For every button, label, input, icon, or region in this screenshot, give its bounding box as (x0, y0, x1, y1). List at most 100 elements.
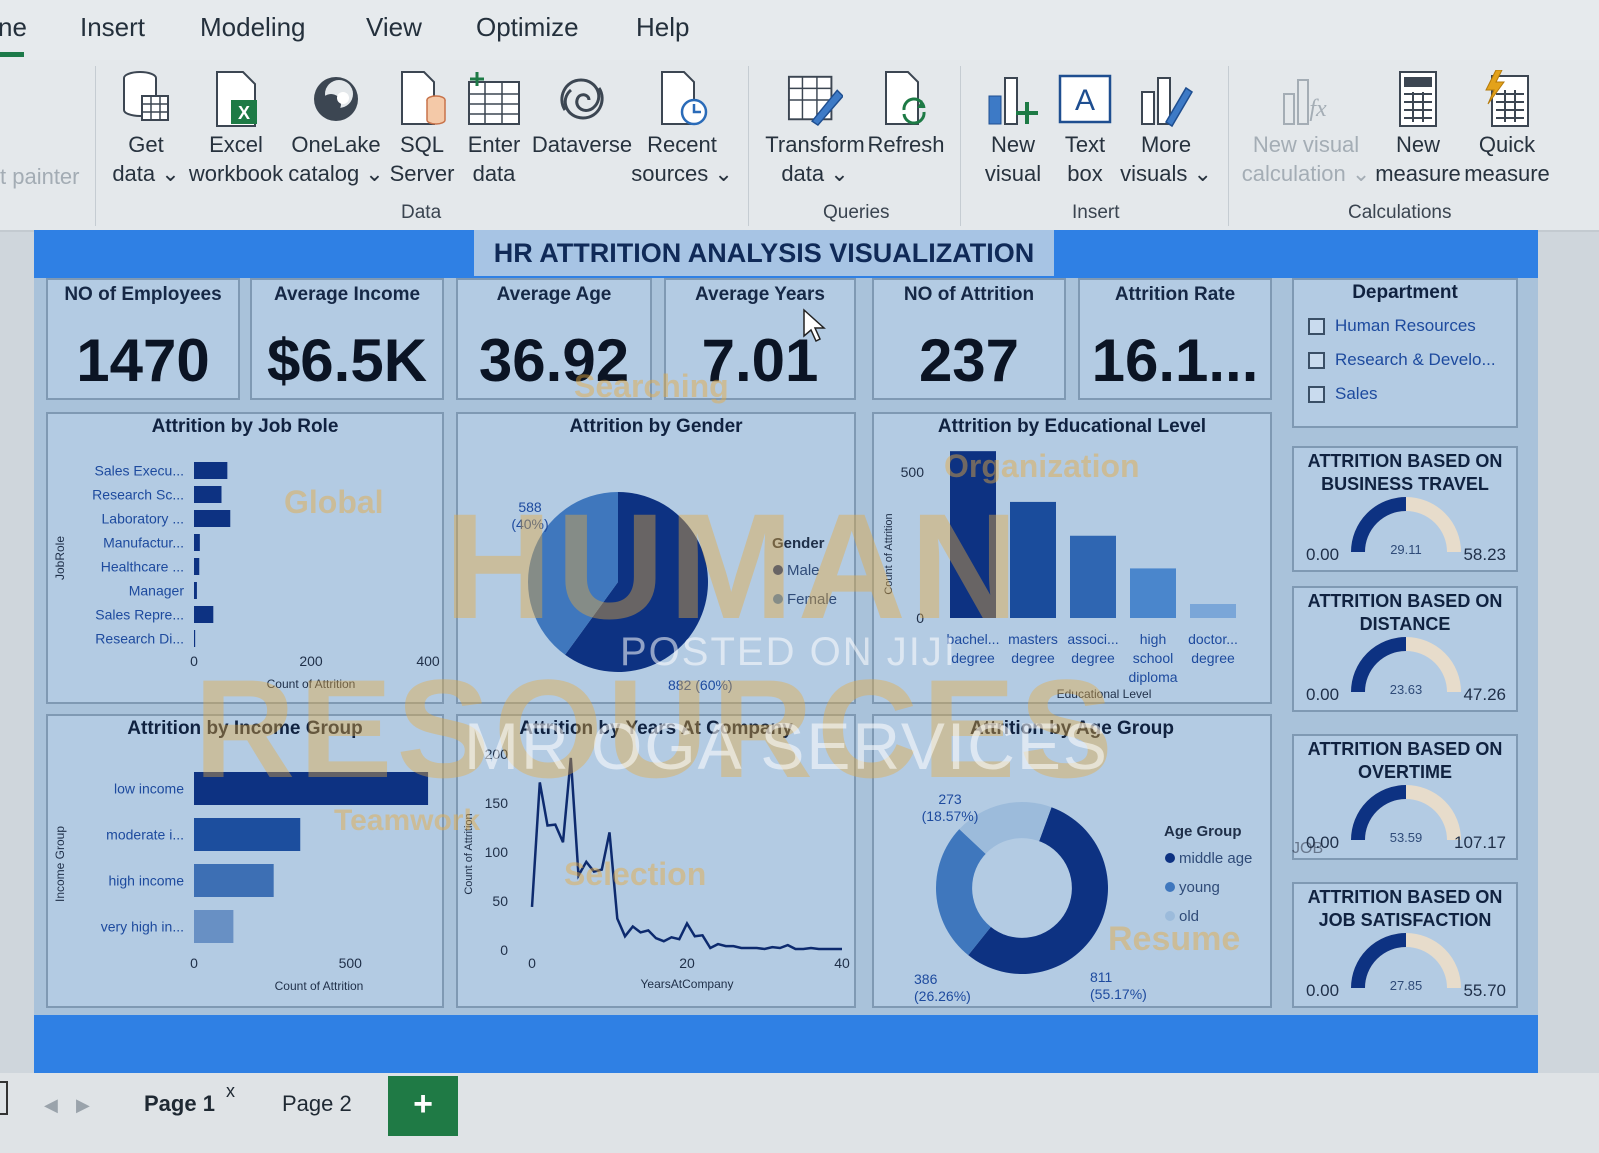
dataverse-icon (554, 68, 610, 130)
bar (1070, 535, 1116, 618)
x-axis-label: Educational Level (1057, 687, 1152, 701)
data-label: 588 (518, 499, 542, 515)
bar (194, 772, 429, 805)
menu-insert[interactable]: Insert (80, 12, 145, 43)
slicer-item-research[interactable]: Research & Develo... (1308, 350, 1496, 370)
data-label: 882 (60%) (668, 677, 733, 693)
page-tab-bar: ◀ ▶ Page 1 x Page 2 + (0, 1073, 1599, 1153)
menu-modeling[interactable]: Modeling (200, 12, 306, 43)
menu-help[interactable]: Help (636, 12, 689, 43)
category-label: degree (1191, 650, 1235, 666)
bar (194, 910, 234, 943)
category-label: masters (1008, 631, 1058, 647)
refresh-button[interactable]: Refresh (867, 68, 945, 159)
category-label: doctor... (1188, 631, 1238, 647)
legend-label: Male (787, 562, 820, 579)
kpi-card-income[interactable]: Average Income $6.5K (250, 278, 444, 400)
y-axis-label: Count of Attrition (883, 513, 895, 594)
category-label: high (1140, 631, 1166, 647)
tab-page-2[interactable]: Page 2 (282, 1091, 352, 1117)
gauge-chart: 0.00 55.70 27.85 (1306, 933, 1506, 1000)
legend-label: middle age (1179, 850, 1252, 867)
data-label: (40%) (511, 516, 548, 532)
y-tick-label: 50 (492, 893, 508, 909)
new-measure-button[interactable]: New measure (1375, 68, 1461, 188)
gauge-overtime[interactable]: ATTRITION BASED ON OVERTIME 0.00 107.17 53… (1292, 734, 1518, 860)
gauge-distance[interactable]: ATTRITION BASED ON DISTANCE 0.00 47.26 23.… (1292, 586, 1518, 712)
format-painter-button[interactable]: t painter (0, 164, 80, 190)
recent-sources-button[interactable]: Recent sources ⌄ (631, 68, 733, 188)
x-tick-label: 20 (679, 955, 695, 971)
bar (950, 451, 996, 618)
menu-bar: ne Insert Modeling View Optimize Help (0, 0, 1599, 60)
kpi-card-attrition-count[interactable]: NO of Attrition 237 (872, 278, 1066, 400)
next-page-arrow-icon[interactable]: ▶ (76, 1095, 90, 1116)
more-visuals-icon (1138, 68, 1194, 130)
gauge-value-label: 23.63 (1390, 682, 1423, 697)
gauge-business-travel[interactable]: ATTRITION BASED ON BUSINESS TRAVEL 0.00 5… (1292, 446, 1518, 572)
new-visual-button[interactable]: New visual (978, 68, 1048, 188)
visual-attrition-by-education[interactable]: Attrition by Educational Level Count of … (872, 412, 1272, 704)
get-data-button[interactable]: Get data ⌄ (106, 68, 186, 188)
kpi-card-age[interactable]: Average Age 36.92 (456, 278, 652, 400)
kpi-card-employees[interactable]: NO of Employees 1470 (46, 278, 240, 400)
chart-gender: Gender Male Female 882 (60%) 588(40%) (511, 492, 837, 693)
menu-view[interactable]: View (366, 12, 422, 43)
legend-marker (773, 565, 783, 575)
legend-marker (773, 594, 783, 604)
onelake-catalog-button[interactable]: OneLake catalog ⌄ (288, 68, 384, 188)
menu-optimize[interactable]: Optimize (476, 12, 579, 43)
quick-measure-button[interactable]: Quick measure (1464, 68, 1550, 188)
svg-text:A: A (1075, 84, 1095, 117)
table-icon (466, 68, 522, 130)
kpi-card-years[interactable]: Average Years 7.01 (664, 278, 856, 400)
tab-page-1[interactable]: Page 1 (144, 1091, 215, 1117)
category-label: bachel... (947, 631, 1000, 647)
visual-attrition-by-age-group[interactable]: Attrition by Age Group Age Group middle a… (872, 714, 1272, 1008)
kpi-card-attrition-rate[interactable]: Attrition Rate 16.1... (1078, 278, 1272, 400)
bar (194, 630, 196, 647)
gauge-min-label: 0.00 (1306, 545, 1339, 564)
checkbox[interactable] (1308, 351, 1325, 369)
sql-server-button[interactable]: SQL Server (390, 68, 454, 188)
quick-measure-icon (1479, 68, 1535, 130)
checkbox[interactable] (1308, 317, 1325, 335)
more-visuals-button[interactable]: More visuals ⌄ (1120, 68, 1212, 188)
transform-data-button[interactable]: Transform data ⌄ (764, 68, 866, 188)
bar (194, 582, 197, 599)
visual-attrition-by-income-group[interactable]: Attrition by Income Group Income Group lo… (46, 714, 444, 1008)
ribbon-separator (1228, 66, 1229, 226)
gauge-value-label: 29.11 (1390, 542, 1422, 557)
excel-workbook-button[interactable]: X Excel workbook (188, 68, 284, 188)
gauge-max-label: 107.17 (1454, 833, 1506, 852)
visual-attrition-by-gender[interactable]: Attrition by Gender Gender Male Female 882 … (456, 412, 856, 704)
close-tab-icon[interactable]: x (226, 1081, 235, 1102)
menu-home[interactable]: ne (0, 12, 27, 43)
new-visual-calculation-button[interactable]: fx New visual calculation ⌄ (1242, 68, 1370, 188)
legend-marker (1165, 853, 1175, 863)
prev-page-arrow-icon[interactable]: ◀ (44, 1095, 58, 1116)
visual-attrition-by-job-role[interactable]: Attrition by Job Role JobRole Sales Execu… (46, 412, 444, 704)
gauge-max-label: 55.70 (1463, 981, 1506, 1000)
dataverse-button[interactable]: Dataverse (532, 68, 632, 159)
text-box-button[interactable]: A Text box (1052, 68, 1118, 188)
enter-data-button[interactable]: Enter data (464, 68, 524, 188)
svg-text:X: X (238, 103, 250, 123)
ribbon-separator (95, 66, 96, 226)
onelake-icon (308, 68, 364, 130)
slicer-item-human-resources[interactable]: Human Resources (1308, 316, 1476, 336)
gauge-job-satisfaction[interactable]: ATTRITION BASED ON JOB SATISFACTION 0.00… (1292, 882, 1518, 1008)
department-slicer[interactable]: Department Human Resources Research & De… (1292, 278, 1518, 428)
visual-attrition-by-years[interactable]: Attrition by Years At Company Count of A… (456, 714, 856, 1008)
ribbon-separator (960, 66, 961, 226)
add-page-button[interactable]: + (388, 1076, 458, 1136)
group-label-calculations: Calculations (1348, 202, 1452, 223)
excel-icon: X (208, 68, 264, 130)
bar-chart-icon (985, 68, 1041, 130)
checkbox[interactable] (1308, 385, 1325, 403)
slicer-item-sales[interactable]: Sales (1308, 384, 1378, 404)
legend-label: Female (787, 591, 837, 608)
panel-toggle[interactable] (0, 1081, 8, 1115)
group-label-insert: Insert (1072, 202, 1120, 223)
chart-income: Income Group low income moderate i... high … (53, 772, 429, 993)
